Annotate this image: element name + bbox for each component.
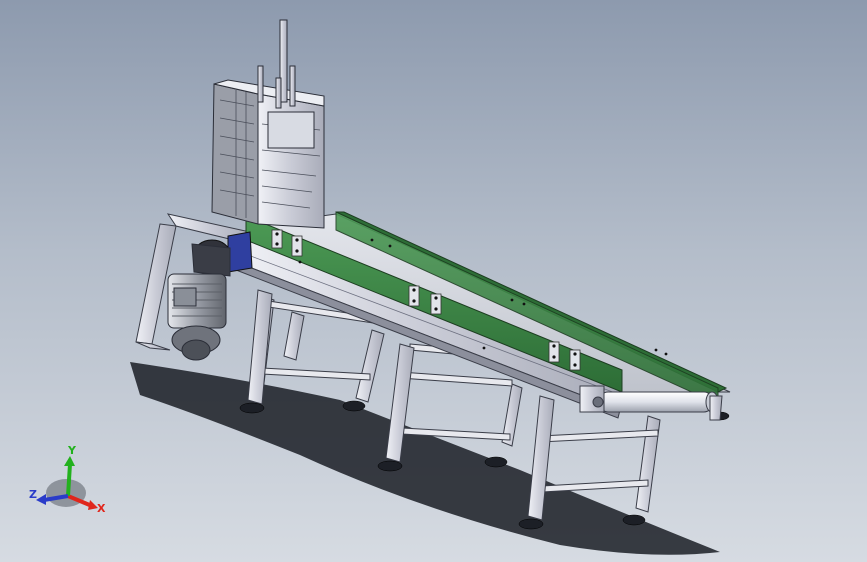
y-axis-line bbox=[66, 463, 72, 497]
z-axis-arrow-icon bbox=[36, 494, 46, 505]
z-axis-label: Z bbox=[29, 488, 37, 501]
conveyor-model[interactable] bbox=[0, 0, 867, 562]
x-axis-label: X bbox=[97, 502, 106, 515]
y-axis-label: Y bbox=[67, 444, 77, 457]
y-axis-arrow-icon bbox=[64, 456, 75, 466]
coordinate-triad: X Y Z bbox=[29, 444, 106, 515]
gear-motor bbox=[167, 243, 231, 361]
front-end-support bbox=[709, 395, 723, 421]
cad-viewport[interactable]: X Y Z bbox=[0, 0, 867, 562]
feeder-unit bbox=[211, 19, 325, 229]
